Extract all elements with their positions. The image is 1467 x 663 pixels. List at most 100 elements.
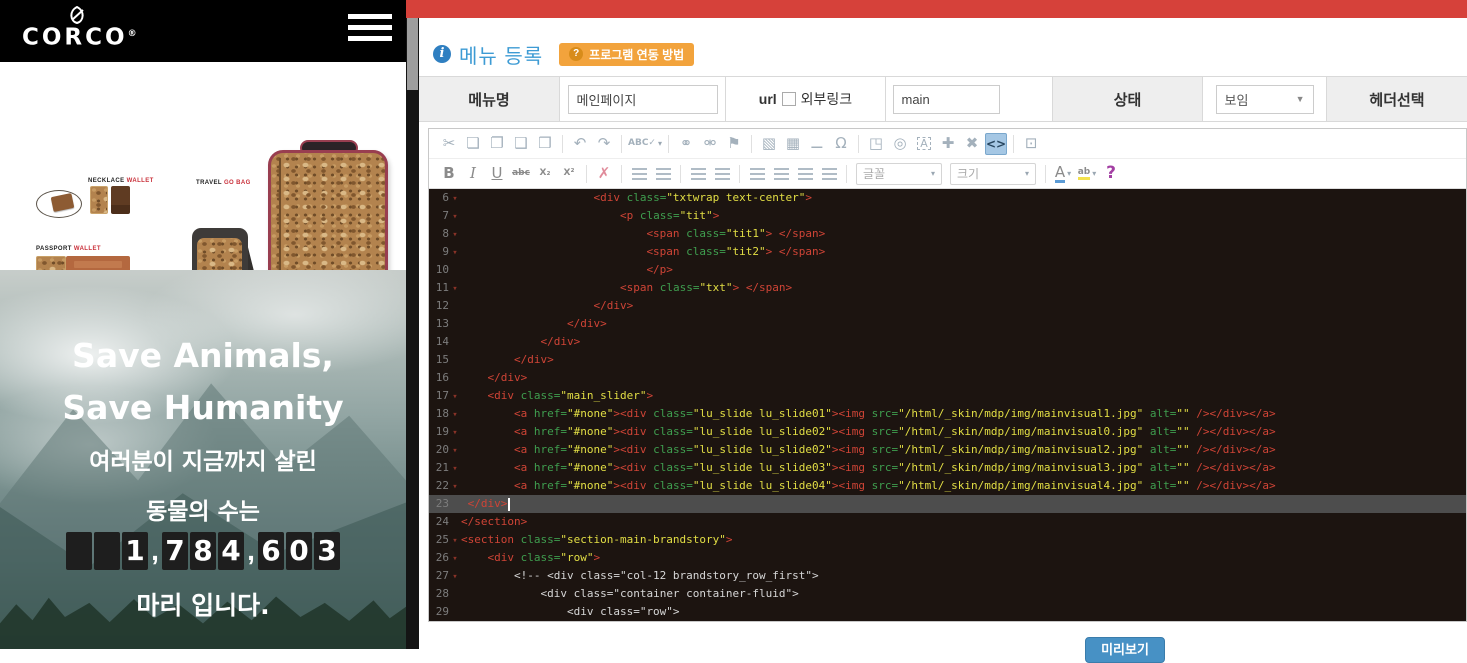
code-line[interactable]: 20▾ <a href="#none"><div class="lu_slide… [429, 441, 1466, 459]
top-accent-bar [406, 0, 1467, 18]
code-line[interactable]: 10 </p> [429, 261, 1466, 279]
help-icon[interactable]: ? [1100, 163, 1122, 185]
spellcheck-icon[interactable]: ABC✓▾ [628, 133, 662, 155]
cut-icon[interactable]: ✂ [438, 133, 460, 155]
travel-go-bag-label: TRAVEL GO BAG [196, 180, 251, 186]
accept-suggestion-icon[interactable]: ✚ [937, 133, 959, 155]
preview-button[interactable]: 미리보기 [1085, 637, 1165, 663]
code-line[interactable]: 26▾ <div class="row"> [429, 549, 1466, 567]
print-icon[interactable]: ⊡ [1020, 133, 1042, 155]
preview-scrollbar[interactable] [406, 0, 419, 649]
code-line[interactable]: 17▾ <div class="main_slider"> [429, 387, 1466, 405]
align-center-icon[interactable] [770, 163, 792, 185]
program-link-help-button[interactable]: ? 프로그램 연동 방법 [559, 43, 694, 66]
fold-arrow-icon[interactable]: ▾ [449, 424, 461, 442]
fold-arrow-icon[interactable]: ▾ [449, 442, 461, 460]
strikethrough-icon[interactable]: abc [510, 163, 532, 185]
redo-icon[interactable]: ↷ [593, 133, 615, 155]
unlink-icon[interactable]: ⚮ [699, 133, 721, 155]
italic-icon[interactable]: I [462, 163, 484, 185]
code-line[interactable]: 22▾ <a href="#none"><div class="lu_slide… [429, 477, 1466, 495]
fold-arrow-icon[interactable]: ▾ [449, 208, 461, 226]
fold-arrow-icon[interactable]: ▾ [449, 280, 461, 298]
superscript-icon[interactable]: X² [558, 163, 580, 185]
source-icon[interactable]: <> [985, 133, 1007, 155]
undo-icon[interactable]: ↶ [569, 133, 591, 155]
horizontal-line-icon[interactable]: ⚊ [806, 133, 828, 155]
reject-suggestion-icon[interactable]: ✖ [961, 133, 983, 155]
paste-word-icon[interactable]: ❒ [534, 133, 556, 155]
code-line[interactable]: 25▾<section class="section-main-brandsto… [429, 531, 1466, 549]
code-line[interactable]: 18▾ <a href="#none"><div class="lu_slide… [429, 405, 1466, 423]
image-icon[interactable]: ▧ [758, 133, 780, 155]
ordered-list-icon[interactable] [628, 163, 650, 185]
toolbar-separator [751, 135, 752, 153]
code-line[interactable]: 11▾ <span class="txt"> </span> [429, 279, 1466, 297]
status-select[interactable]: 보임 ▼ [1216, 85, 1314, 114]
preview-scrollbar-thumb[interactable] [407, 18, 418, 90]
url-input[interactable] [893, 85, 1000, 114]
code-line[interactable]: 28 <div class="container container-fluid… [429, 585, 1466, 603]
fold-arrow-icon[interactable]: ▾ [449, 478, 461, 496]
code-line[interactable]: 13 </div> [429, 315, 1466, 333]
code-line[interactable]: 12 </div> [429, 297, 1466, 315]
remove-format-icon[interactable]: ✗ [593, 163, 615, 185]
bg-color-icon[interactable]: ab▾ [1076, 163, 1098, 185]
code-line[interactable]: 29 <div class="row"> [429, 603, 1466, 621]
indent-icon[interactable] [711, 163, 733, 185]
select-all-icon[interactable]: A [913, 133, 935, 155]
size-select[interactable]: 크기▾ [950, 163, 1036, 185]
code-line[interactable]: 8▾ <span class="tit1"> </span> [429, 225, 1466, 243]
maximize-icon[interactable]: ◳ [865, 133, 887, 155]
line-number: 23 [429, 495, 449, 513]
fold-arrow-icon[interactable]: ▾ [449, 190, 461, 208]
anchor-icon[interactable]: ⚑ [723, 133, 745, 155]
fold-arrow-icon[interactable]: ▾ [449, 568, 461, 586]
fold-arrow-icon[interactable]: ▾ [449, 532, 461, 550]
code-line[interactable]: 14 </div> [429, 333, 1466, 351]
bold-icon[interactable]: B [438, 163, 460, 185]
fold-arrow-icon[interactable]: ▾ [449, 460, 461, 478]
code-line[interactable]: 7▾ <p class="tit"> [429, 207, 1466, 225]
align-right-icon[interactable] [794, 163, 816, 185]
menu-name-input[interactable] [568, 85, 718, 114]
fold-arrow-icon[interactable]: ▾ [449, 244, 461, 262]
fold-arrow-icon[interactable]: ▾ [449, 226, 461, 244]
copy-icon[interactable]: ❏ [462, 133, 484, 155]
corco-logo[interactable]: CORCO® [22, 6, 132, 48]
table-icon[interactable]: ▦ [782, 133, 804, 155]
counter-digit: 4 [218, 532, 244, 570]
code-line[interactable]: 15 </div> [429, 351, 1466, 369]
external-link-checkbox[interactable] [782, 92, 796, 106]
code-line[interactable]: 23 </div> [429, 495, 1466, 513]
align-left-icon[interactable] [746, 163, 768, 185]
paste-icon[interactable]: ❐ [486, 133, 508, 155]
code-line[interactable]: 6▾ <div class="txtwrap text-center"> [429, 189, 1466, 207]
link-icon[interactable]: ⚭ [675, 133, 697, 155]
paste-text-icon[interactable]: ❑ [510, 133, 532, 155]
fold-arrow-icon[interactable]: ▾ [449, 406, 461, 424]
fold-arrow-icon[interactable]: ▾ [449, 388, 461, 406]
unordered-list-icon[interactable] [652, 163, 674, 185]
line-number: 16 [429, 369, 449, 387]
code-area[interactable]: 6▾ <div class="txtwrap text-center">7▾ <… [429, 189, 1466, 621]
underline-icon[interactable]: U [486, 163, 508, 185]
code-line[interactable]: 16 </div> [429, 369, 1466, 387]
fold-arrow-icon[interactable]: ▾ [449, 550, 461, 568]
text-color-icon[interactable]: A▾ [1052, 163, 1074, 185]
registered-mark: ® [128, 29, 137, 39]
font-select[interactable]: 글꼴▾ [856, 163, 942, 185]
code-line[interactable]: 9▾ <span class="tit2"> </span> [429, 243, 1466, 261]
hero-subtitle-2: 동물의 수는 [0, 492, 406, 526]
code-line[interactable]: 19▾ <a href="#none"><div class="lu_slide… [429, 423, 1466, 441]
align-justify-icon[interactable] [818, 163, 840, 185]
hamburger-menu-icon[interactable] [348, 14, 392, 48]
code-line[interactable]: 27▾ <!-- <div class="col-12 brandstory_r… [429, 567, 1466, 585]
subscript-icon[interactable]: X₂ [534, 163, 556, 185]
toolbar-separator [1013, 135, 1014, 153]
code-line[interactable]: 21▾ <a href="#none"><div class="lu_slide… [429, 459, 1466, 477]
outdent-icon[interactable] [687, 163, 709, 185]
code-line[interactable]: 24</section> [429, 513, 1466, 531]
special-char-icon[interactable]: Ω [830, 133, 852, 155]
find-icon[interactable]: ◎ [889, 133, 911, 155]
